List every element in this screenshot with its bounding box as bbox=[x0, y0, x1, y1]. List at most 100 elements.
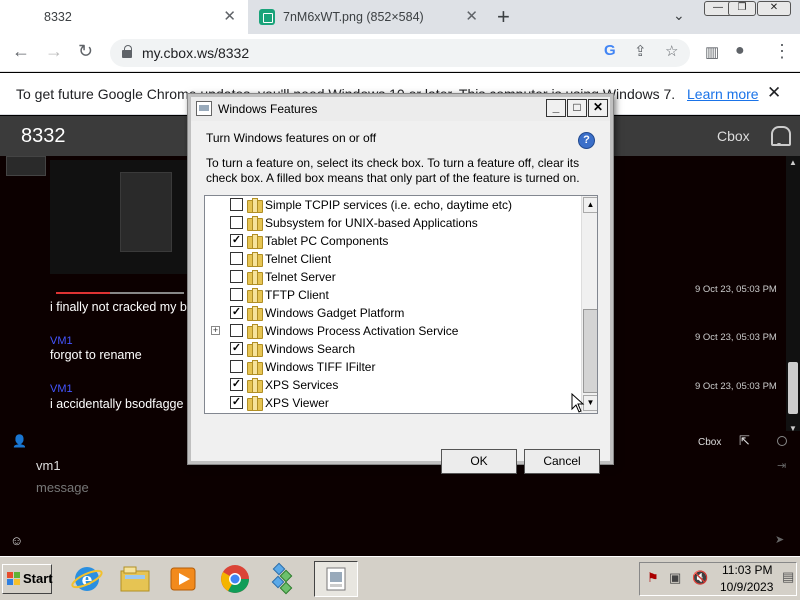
minimize-dialog-icon[interactable]: _ bbox=[546, 99, 566, 117]
folder-icon bbox=[247, 198, 263, 213]
feature-row[interactable]: TFTP Client bbox=[205, 286, 580, 304]
video-thumbnail[interactable] bbox=[50, 160, 190, 294]
folder-icon bbox=[247, 288, 263, 303]
tab-search-chevron-icon[interactable]: ⌄ bbox=[673, 7, 685, 24]
image-thumbnail[interactable] bbox=[6, 156, 46, 176]
chat-username[interactable]: VM1 bbox=[50, 383, 73, 395]
close-dialog-icon[interactable]: ✕ bbox=[588, 99, 608, 117]
media-player-icon[interactable] bbox=[166, 561, 200, 597]
bookmark-star-icon[interactable]: ☆ bbox=[665, 42, 678, 60]
feature-checkbox[interactable] bbox=[230, 198, 243, 211]
login-icon[interactable]: ⇥ bbox=[777, 459, 786, 472]
menu-kebab-icon[interactable]: ⋮ bbox=[773, 41, 791, 62]
name-field[interactable]: vm1 bbox=[36, 458, 61, 473]
feature-checkbox[interactable] bbox=[230, 324, 243, 337]
start-button[interactable]: Start bbox=[2, 564, 53, 594]
maximize-dialog-icon[interactable]: □ bbox=[567, 99, 587, 117]
windows-explorer-icon[interactable] bbox=[118, 561, 152, 597]
close-window-icon[interactable]: ✕ bbox=[757, 1, 791, 16]
address-bar[interactable]: my.cbox.ws/8332 G ⇪ ☆ bbox=[110, 39, 690, 67]
dialog-titlebar[interactable]: Windows Features _ □ ✕ bbox=[191, 97, 610, 121]
feature-checkbox[interactable]: ✓ bbox=[230, 378, 243, 391]
show-desktop-icon[interactable]: ▤ bbox=[782, 569, 794, 585]
share-icon[interactable]: ⇪ bbox=[634, 42, 647, 60]
scroll-down-icon[interactable]: ▼ bbox=[583, 395, 597, 411]
feature-checkbox[interactable] bbox=[230, 216, 243, 229]
send-icon[interactable]: ➤ bbox=[775, 533, 784, 546]
feature-checkbox[interactable]: ✓ bbox=[230, 306, 243, 319]
video-frame bbox=[120, 172, 172, 252]
folder-icon bbox=[247, 396, 263, 411]
close-tab-icon[interactable]: ✕ bbox=[465, 7, 478, 25]
image-favicon-icon bbox=[259, 9, 275, 25]
chat-message-text: i accidentally bsodfagge bbox=[50, 397, 184, 411]
close-infobar-icon[interactable]: ✕ bbox=[767, 83, 781, 103]
notification-bell-icon[interactable] bbox=[768, 124, 791, 146]
feature-row[interactable]: ✓ Tablet PC Components bbox=[205, 232, 580, 250]
forward-icon[interactable]: → bbox=[45, 41, 63, 62]
external-link-icon[interactable]: ⇱ bbox=[739, 433, 750, 449]
feature-checkbox[interactable]: ✓ bbox=[230, 396, 243, 409]
feature-row[interactable]: Simple TCPIP services (i.e. echo, daytim… bbox=[205, 196, 580, 214]
cancel-button[interactable]: Cancel bbox=[524, 449, 600, 474]
tab-image[interactable]: 7nM6xWT.png (852×584) ✕ bbox=[250, 0, 490, 34]
feature-row[interactable]: Subsystem for UNIX-based Applications bbox=[205, 214, 580, 232]
game-icon[interactable] bbox=[266, 561, 300, 597]
feature-row[interactable]: ✓ XPS Services bbox=[205, 376, 580, 394]
back-icon[interactable]: ← bbox=[12, 41, 30, 62]
feature-label: Telnet Client bbox=[265, 252, 332, 266]
profile-avatar-icon[interactable]: ● bbox=[735, 42, 745, 60]
feature-row[interactable]: Telnet Server bbox=[205, 268, 580, 286]
feature-checkbox[interactable]: ✓ bbox=[230, 234, 243, 247]
url-text[interactable]: my.cbox.ws/8332 bbox=[142, 45, 249, 61]
help-icon[interactable]: ? bbox=[578, 132, 595, 149]
feature-list-scrollbar[interactable]: ▲ ▼ bbox=[581, 196, 597, 413]
google-lens-icon[interactable]: G bbox=[604, 42, 616, 59]
chat-scrollbar[interactable]: ▲ ▼ bbox=[786, 156, 800, 436]
lock-icon[interactable] bbox=[122, 45, 132, 58]
feature-checkbox[interactable] bbox=[230, 360, 243, 373]
feature-checkbox[interactable] bbox=[230, 252, 243, 265]
reload-icon[interactable]: ↻ bbox=[78, 41, 93, 62]
volume-muted-icon[interactable]: 🔇 bbox=[692, 570, 708, 586]
feature-row[interactable]: ✓ XPS Viewer bbox=[205, 394, 580, 412]
side-panel-icon[interactable]: ▥ bbox=[705, 43, 719, 61]
chat-username[interactable]: VM1 bbox=[50, 335, 73, 347]
feature-list[interactable]: Simple TCPIP services (i.e. echo, daytim… bbox=[204, 195, 598, 414]
cbox-footer-link[interactable]: Cbox bbox=[698, 437, 721, 448]
feature-checkbox[interactable]: ✓ bbox=[230, 342, 243, 355]
room-title: 8332 bbox=[21, 125, 66, 147]
restore-window-icon[interactable]: ❐ bbox=[728, 1, 756, 16]
expand-icon[interactable]: + bbox=[211, 326, 220, 335]
feature-checkbox[interactable] bbox=[230, 270, 243, 283]
smiley-icon[interactable]: ☺ bbox=[10, 533, 23, 548]
learn-more-link[interactable]: Learn more bbox=[687, 86, 759, 102]
clock-date[interactable]: 10/9/2023 bbox=[720, 580, 773, 594]
cbox-brand[interactable]: Cbox bbox=[717, 128, 750, 144]
feature-row[interactable]: Windows TIFF IFilter bbox=[205, 358, 580, 376]
ok-button[interactable]: OK bbox=[441, 449, 517, 474]
chrome-icon[interactable] bbox=[218, 561, 252, 597]
feature-row[interactable]: + Windows Process Activation Service bbox=[205, 322, 580, 340]
scroll-up-icon[interactable]: ▲ bbox=[789, 158, 797, 167]
feature-list-scroll-thumb[interactable] bbox=[583, 309, 597, 393]
user-icon[interactable]: 👤 bbox=[12, 434, 27, 448]
feature-row[interactable]: ✓ Windows Search bbox=[205, 340, 580, 358]
new-tab-icon[interactable]: + bbox=[497, 4, 510, 30]
video-buffer bbox=[110, 292, 184, 294]
action-center-icon[interactable]: ⚑ bbox=[647, 570, 659, 586]
feature-row[interactable]: ✓ Windows Gadget Platform bbox=[205, 304, 580, 322]
status-circle-icon[interactable] bbox=[777, 436, 787, 446]
network-icon[interactable]: ▣ bbox=[669, 570, 681, 586]
feature-row[interactable]: Telnet Client bbox=[205, 250, 580, 268]
browser-toolbar: ← → ↻ my.cbox.ws/8332 G ⇪ ☆ ▥ ● ⋮ bbox=[0, 34, 800, 72]
scroll-thumb[interactable] bbox=[788, 362, 798, 414]
windows-features-taskbar-icon[interactable] bbox=[314, 561, 358, 597]
scroll-up-icon[interactable]: ▲ bbox=[583, 197, 597, 213]
message-input[interactable]: message bbox=[36, 480, 89, 495]
feature-checkbox[interactable] bbox=[230, 288, 243, 301]
tab-cbox[interactable]: 8332 ✕ bbox=[0, 0, 248, 34]
clock-time[interactable]: 11:03 PM bbox=[722, 563, 772, 577]
close-tab-icon[interactable]: ✕ bbox=[223, 7, 236, 25]
internet-explorer-icon[interactable]: e bbox=[70, 561, 104, 597]
